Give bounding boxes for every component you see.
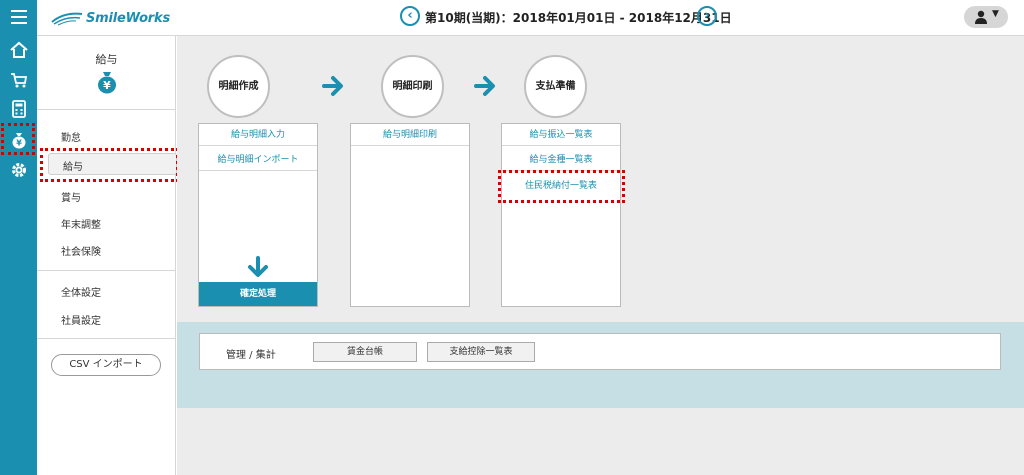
- arrow-right-icon: [474, 76, 495, 96]
- icon-navbar: ¥: [0, 36, 37, 475]
- user-menu-button[interactable]: ▼: [964, 6, 1008, 28]
- panel-print-statements: 給与明細印刷: [350, 123, 470, 307]
- caret-down-icon: ▼: [992, 9, 999, 19]
- chevron-right-icon[interactable]: ›: [697, 6, 717, 26]
- sidebar-divider: [37, 270, 176, 271]
- salary-statement-input-link[interactable]: 給与明細入力: [199, 124, 317, 146]
- highlight-resident-tax-link: [498, 170, 625, 203]
- step-create-statements: 明細作成: [207, 55, 270, 118]
- management-label: 管理 / 集計: [226, 350, 276, 361]
- panel-prepare-payment: 給与振込一覧表 給与金種一覧表 住民税納付一覧表: [501, 123, 621, 307]
- step-prepare-payment: 支払準備: [524, 55, 587, 118]
- arrow-right-icon: [322, 76, 343, 96]
- hamburger-menu-icon[interactable]: [0, 0, 37, 36]
- cart-icon[interactable]: [9, 70, 29, 90]
- salary-transfer-list-link[interactable]: 給与振込一覧表: [502, 124, 620, 146]
- salary-denomination-list-link[interactable]: 給与金種一覧表: [502, 149, 620, 171]
- sidebar-item-employee-settings[interactable]: 社員設定: [61, 312, 101, 327]
- main-content: 明細作成 明細印刷 支払準備 給与明細入力 給与明細インポート 確定処理 給与明…: [177, 36, 1024, 475]
- csv-import-button[interactable]: CSV インポート: [51, 354, 161, 376]
- money-bag-icon: ¥: [98, 72, 116, 94]
- calculator-icon[interactable]: [9, 99, 29, 119]
- top-bar: SmileWorks ‹ 第10期(当期)：2018年01月01日 - 2018…: [0, 0, 1024, 36]
- highlight-money-nav: [1, 123, 35, 155]
- sidebar-item-general-settings[interactable]: 全体設定: [61, 284, 101, 299]
- sidebar-item-attendance[interactable]: 勤怠: [61, 129, 81, 144]
- app-logo[interactable]: SmileWorks: [50, 9, 170, 27]
- sidebar-item-bonus[interactable]: 賞与: [61, 189, 81, 204]
- arrow-down-icon: [248, 256, 268, 277]
- sidebar-title: 給与: [95, 53, 118, 66]
- sidebar: 給与 ¥ 勤怠 給与 賞与 年末調整 社会保険 全体設定 社員設定 CSV イン…: [37, 36, 179, 475]
- sidebar-divider: [37, 338, 176, 339]
- management-section: 管理 / 集計 賃金台帳 支給控除一覧表: [177, 322, 1024, 408]
- panel-create-statements: 給与明細入力 給与明細インポート 確定処理: [198, 123, 318, 307]
- user-icon: [975, 10, 987, 24]
- sidebar-item-year-end-adjustment[interactable]: 年末調整: [61, 216, 101, 231]
- salary-statement-print-link[interactable]: 給与明細印刷: [351, 124, 469, 146]
- gear-icon[interactable]: [9, 160, 29, 180]
- logo-text: SmileWorks: [86, 10, 170, 26]
- highlight-salary-item: [40, 148, 179, 182]
- sidebar-divider: [37, 109, 176, 110]
- management-box: 管理 / 集計 賃金台帳 支給控除一覧表: [199, 333, 1001, 370]
- wage-ledger-button[interactable]: 賃金台帳: [313, 342, 417, 362]
- salary-statement-import-link[interactable]: 給与明細インポート: [199, 149, 317, 171]
- payment-deduction-list-button[interactable]: 支給控除一覧表: [427, 342, 535, 362]
- fiscal-period: 第10期(当期)：2018年01月01日 - 2018年12月31日: [425, 11, 732, 25]
- home-icon[interactable]: [9, 40, 29, 60]
- svg-text:¥: ¥: [103, 79, 111, 92]
- step-print-statements: 明細印刷: [381, 55, 444, 118]
- chevron-left-icon[interactable]: ‹: [400, 6, 420, 26]
- sidebar-item-social-insurance[interactable]: 社会保険: [61, 243, 101, 258]
- logo-swoosh-icon: [51, 12, 83, 26]
- finalize-button[interactable]: 確定処理: [199, 282, 317, 306]
